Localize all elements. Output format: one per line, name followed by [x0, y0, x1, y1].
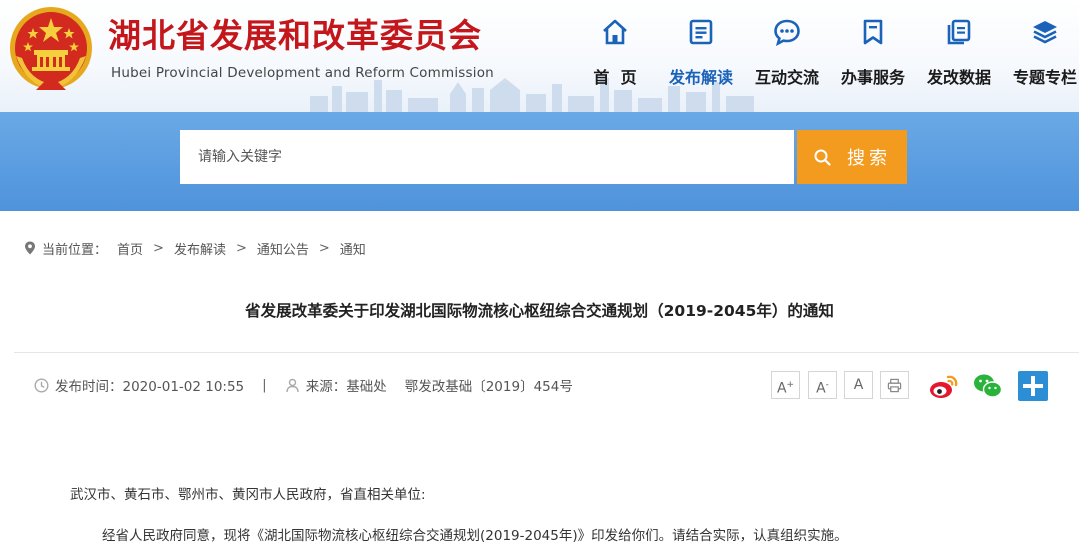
search-button-label: 搜索 — [847, 148, 891, 169]
search-input[interactable] — [180, 130, 794, 184]
breadcrumb-item-announcements[interactable]: 通知公告 — [257, 239, 309, 258]
font-large-label: A — [776, 380, 787, 397]
nav-label: 专题专栏 — [1012, 68, 1077, 87]
chat-bubble-icon — [774, 19, 800, 46]
search-band: 搜索 — [0, 112, 1079, 211]
breadcrumb-item-home[interactable]: 首页 — [117, 239, 143, 258]
article-source: 来源：基础处 — [305, 379, 387, 395]
wechat-share-icon[interactable] — [972, 371, 1004, 401]
nav-label: 发布解读 — [668, 68, 733, 87]
location-pin-icon — [25, 241, 35, 255]
nav-item-interaction[interactable]: 互动交流 — [744, 12, 830, 92]
breadcrumb-separator: > — [235, 240, 247, 256]
bookmark-icon — [863, 19, 883, 45]
nav-label: 办事服务 — [840, 68, 905, 87]
nav-item-topics[interactable]: 专题专栏 — [1002, 12, 1079, 92]
font-small-sup: - — [825, 380, 829, 390]
article-title: 省发展改革委关于印发湖北国际物流核心枢纽综合交通规划（2019-2045年）的通… — [245, 302, 834, 320]
nav-item-home[interactable]: 首 页 — [572, 12, 658, 92]
layers-icon — [1033, 21, 1057, 44]
font-size-decrease-button[interactable]: A- — [808, 371, 837, 399]
person-icon — [286, 378, 299, 392]
breadcrumb-separator: > — [153, 240, 164, 256]
body-paragraph-2: 经省人民政府同意，现将《湖北国际物流核心枢纽综合交通规划(2019-2045年)… — [102, 528, 848, 544]
nav-label: 发改数据 — [926, 68, 991, 87]
more-share-icon[interactable] — [1017, 371, 1049, 401]
font-reset-label: A — [853, 377, 864, 393]
printer-icon — [887, 378, 902, 393]
clock-icon — [34, 377, 49, 393]
site-title: 湖北省发展和改革委员会 — [108, 16, 482, 55]
nav-label: 互动交流 — [754, 68, 819, 87]
breadcrumb: 当前位置： 首页 > 发布解读 > 通知公告 > 通知 — [24, 238, 366, 258]
document-icon — [689, 19, 713, 45]
weibo-share-icon[interactable] — [928, 371, 960, 401]
breadcrumb-separator: > — [318, 240, 330, 256]
search-icon — [814, 149, 831, 166]
publish-time: 发布时间：2020-01-02 10:55 — [55, 379, 245, 395]
article-meta: 发布时间：2020-01-02 10:55 | 来源：基础处 鄂发改基础〔201… — [34, 375, 573, 395]
search-button[interactable]: 搜索 — [797, 130, 907, 184]
title-divider — [14, 352, 1079, 353]
print-button[interactable] — [880, 371, 909, 399]
body-paragraph-1: 武汉市、黄石市、鄂州市、黄冈市人民政府，省直相关单位: — [70, 487, 426, 503]
nav-item-services[interactable]: 办事服务 — [830, 12, 916, 92]
national-emblem-logo — [10, 7, 92, 90]
breadcrumb-item-releases[interactable]: 发布解读 — [174, 239, 226, 258]
nav-label: 首 页 — [593, 68, 637, 87]
breadcrumb-prefix: 当前位置： — [42, 242, 108, 258]
site-header: 湖北省发展和改革委员会 Hubei Provincial Development… — [0, 0, 1079, 112]
breadcrumb-item-notice[interactable]: 通知 — [340, 239, 366, 258]
site-subtitle: Hubei Provincial Development and Reform … — [111, 65, 494, 81]
meta-separator: | — [262, 377, 267, 393]
font-size-reset-button[interactable]: A — [844, 371, 873, 399]
font-size-increase-button[interactable]: A+ — [771, 371, 800, 399]
main-nav: 首 页 发布解读 互动交流 办事服务 发改数据 专题专栏 — [572, 12, 1079, 92]
font-small-label: A — [816, 380, 826, 397]
font-large-sup: + — [786, 380, 795, 390]
data-pages-icon — [947, 19, 971, 45]
home-icon — [603, 19, 627, 45]
nav-item-data[interactable]: 发改数据 — [916, 12, 1002, 92]
nav-item-releases[interactable]: 发布解读 — [658, 12, 744, 92]
document-number: 鄂发改基础〔2019〕454号 — [404, 379, 573, 395]
